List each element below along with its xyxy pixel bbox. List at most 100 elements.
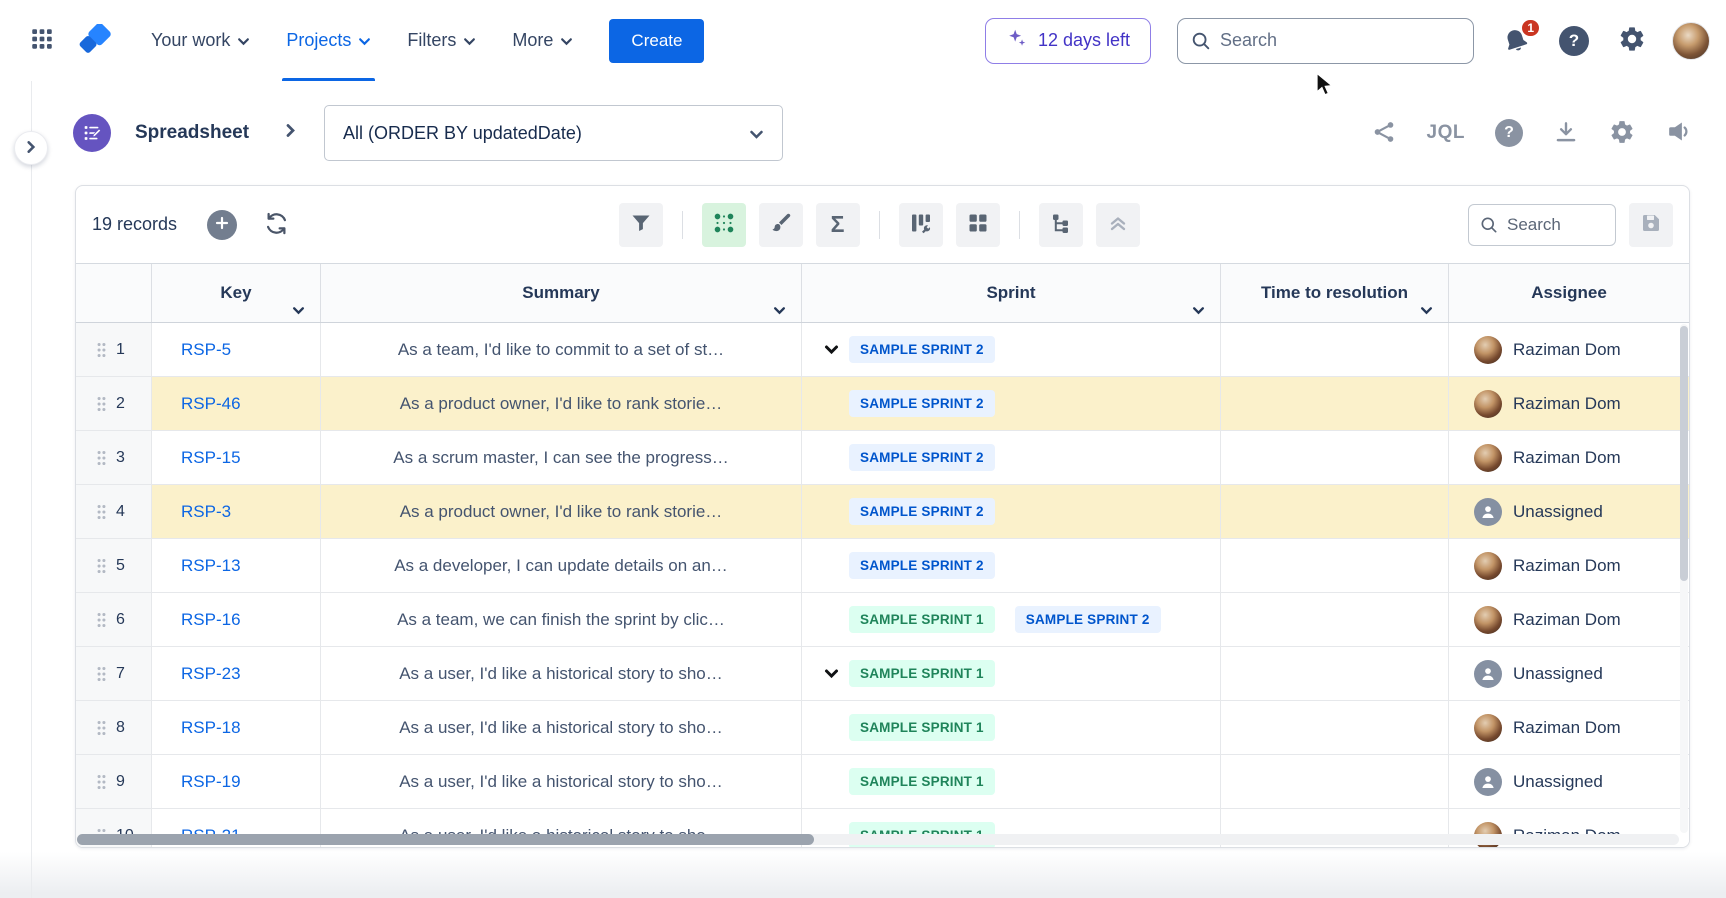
- assignee-cell[interactable]: Unassigned: [1449, 755, 1689, 808]
- sprint-tag[interactable]: SAMPLE SPRINT 2: [849, 390, 995, 417]
- user-avatar[interactable]: [1672, 22, 1710, 60]
- table-row[interactable]: 1 RSP-5 As a team, I'd like to commit to…: [76, 323, 1689, 377]
- sheet-settings-button[interactable]: [1609, 119, 1635, 148]
- nav-item-filters[interactable]: Filters: [403, 0, 480, 81]
- time-to-resolution-cell[interactable]: [1221, 701, 1449, 754]
- table-row[interactable]: 3 RSP-15 As a scrum master, I can see th…: [76, 431, 1689, 485]
- drag-handle-icon[interactable]: [96, 774, 107, 790]
- issue-key-link[interactable]: RSP-18: [181, 718, 241, 738]
- time-to-resolution-cell[interactable]: [1221, 755, 1449, 808]
- trial-days-left-button[interactable]: 12 days left: [985, 18, 1151, 64]
- sprint-tag[interactable]: SAMPLE SPRINT 2: [849, 444, 995, 471]
- sprint-tag[interactable]: SAMPLE SPRINT 2: [1015, 606, 1161, 633]
- drag-handle-icon[interactable]: [96, 342, 107, 358]
- assignee-cell[interactable]: Raziman Dom: [1449, 701, 1689, 754]
- summary-cell[interactable]: As a product owner, I'd like to rank sto…: [321, 485, 802, 538]
- header-cell-time-to-resolution[interactable]: Time to resolution: [1221, 264, 1449, 322]
- header-cell-assignee[interactable]: Assignee: [1449, 264, 1689, 322]
- refresh-button[interactable]: [263, 210, 290, 240]
- header-cell-key[interactable]: Key: [152, 264, 321, 322]
- issue-key-link[interactable]: RSP-13: [181, 556, 241, 576]
- nav-item-more[interactable]: More: [508, 0, 577, 81]
- header-cell-summary[interactable]: Summary: [321, 264, 802, 322]
- table-row[interactable]: 2 RSP-46 As a product owner, I'd like to…: [76, 377, 1689, 431]
- assignee-cell[interactable]: Raziman Dom: [1449, 377, 1689, 430]
- sprint-cell[interactable]: SAMPLE SPRINT 1 SAMPLE SPRINT 2: [802, 593, 1221, 646]
- sprint-tag[interactable]: SAMPLE SPRINT 1: [849, 606, 995, 633]
- vertical-scrollbar[interactable]: [1680, 324, 1688, 833]
- filter-button[interactable]: [619, 203, 663, 247]
- time-to-resolution-cell[interactable]: [1221, 593, 1449, 646]
- sum-button[interactable]: Σ: [816, 203, 860, 247]
- global-search-input[interactable]: [1177, 18, 1474, 64]
- summary-cell[interactable]: As a product owner, I'd like to rank sto…: [321, 377, 802, 430]
- app-switcher-button[interactable]: [27, 26, 57, 56]
- time-to-resolution-cell[interactable]: [1221, 647, 1449, 700]
- drag-handle-icon[interactable]: [96, 504, 107, 520]
- time-to-resolution-cell[interactable]: [1221, 377, 1449, 430]
- issue-key-link[interactable]: RSP-23: [181, 664, 241, 684]
- sprint-cell[interactable]: SAMPLE SPRINT 2: [802, 377, 1221, 430]
- table-row[interactable]: 5 RSP-13 As a developer, I can update de…: [76, 539, 1689, 593]
- create-button[interactable]: Create: [609, 19, 704, 63]
- help-button[interactable]: ?: [1559, 26, 1589, 56]
- drag-handle-icon[interactable]: [96, 666, 107, 682]
- save-view-button[interactable]: [1629, 203, 1673, 247]
- assignee-cell[interactable]: Unassigned: [1449, 647, 1689, 700]
- assignee-cell[interactable]: Raziman Dom: [1449, 431, 1689, 484]
- announcements-button[interactable]: [1665, 118, 1692, 148]
- drag-handle-icon[interactable]: [96, 396, 107, 412]
- manage-columns-button[interactable]: [899, 203, 943, 247]
- table-row[interactable]: 9 RSP-19 As a user, I'd like a historica…: [76, 755, 1689, 809]
- summary-cell[interactable]: As a user, I'd like a historical story t…: [321, 701, 802, 754]
- notification-badge[interactable]: 1: [1520, 18, 1541, 38]
- assignee-cell[interactable]: Raziman Dom: [1449, 323, 1689, 376]
- sprint-cell[interactable]: SAMPLE SPRINT 2: [802, 539, 1221, 592]
- card-view-button[interactable]: [956, 203, 1000, 247]
- time-to-resolution-cell[interactable]: [1221, 323, 1449, 376]
- table-row[interactable]: 8 RSP-18 As a user, I'd like a historica…: [76, 701, 1689, 755]
- sprint-cell[interactable]: SAMPLE SPRINT 1: [802, 701, 1221, 754]
- issue-key-link[interactable]: RSP-5: [181, 340, 231, 360]
- time-to-resolution-cell[interactable]: [1221, 539, 1449, 592]
- sprint-cell[interactable]: SAMPLE SPRINT 2: [802, 485, 1221, 538]
- formatting-button[interactable]: [702, 203, 746, 247]
- issue-key-link[interactable]: RSP-19: [181, 772, 241, 792]
- time-to-resolution-cell[interactable]: [1221, 431, 1449, 484]
- paint-format-button[interactable]: [759, 203, 803, 247]
- sprint-tag[interactable]: SAMPLE SPRINT 2: [849, 336, 995, 363]
- summary-cell[interactable]: As a team, I'd like to commit to a set o…: [321, 323, 802, 376]
- assignee-cell[interactable]: Unassigned: [1449, 485, 1689, 538]
- summary-cell[interactable]: As a user, I'd like a historical story t…: [321, 755, 802, 808]
- sidebar-expand-button[interactable]: [14, 131, 48, 165]
- sheet-help-button[interactable]: ?: [1495, 119, 1523, 147]
- summary-cell[interactable]: As a team, we can finish the sprint by c…: [321, 593, 802, 646]
- sprint-cell[interactable]: SAMPLE SPRINT 1: [802, 647, 1221, 700]
- drag-handle-icon[interactable]: [96, 450, 107, 466]
- jira-logo-icon[interactable]: [79, 24, 113, 58]
- horizontal-scrollbar-thumb[interactable]: [77, 834, 814, 845]
- add-record-button[interactable]: [207, 210, 237, 240]
- summary-cell[interactable]: As a scrum master, I can see the progres…: [321, 431, 802, 484]
- vertical-scrollbar-thumb[interactable]: [1680, 326, 1688, 581]
- sprint-cell[interactable]: SAMPLE SPRINT 1: [802, 755, 1221, 808]
- nav-item-your-work[interactable]: Your work: [147, 0, 254, 81]
- horizontal-scrollbar[interactable]: [77, 834, 1679, 845]
- header-cell-sprint[interactable]: Sprint: [802, 264, 1221, 322]
- collapse-all-button[interactable]: [1096, 203, 1140, 247]
- sprint-cell[interactable]: SAMPLE SPRINT 2: [802, 431, 1221, 484]
- drag-handle-icon[interactable]: [96, 720, 107, 736]
- time-to-resolution-cell[interactable]: [1221, 485, 1449, 538]
- table-row[interactable]: 6 RSP-16 As a team, we can finish the sp…: [76, 593, 1689, 647]
- sprint-tag[interactable]: SAMPLE SPRINT 1: [849, 714, 995, 741]
- jql-button[interactable]: JQL: [1427, 122, 1465, 144]
- view-selector-dropdown[interactable]: All (ORDER BY updatedDate): [324, 105, 783, 161]
- assignee-cell[interactable]: Raziman Dom: [1449, 593, 1689, 646]
- sprint-tag[interactable]: SAMPLE SPRINT 1: [849, 660, 995, 687]
- share-button[interactable]: [1371, 119, 1397, 148]
- table-row[interactable]: 4 RSP-3 As a product owner, I'd like to …: [76, 485, 1689, 539]
- issue-key-link[interactable]: RSP-3: [181, 502, 231, 522]
- export-button[interactable]: [1553, 119, 1579, 148]
- drag-handle-icon[interactable]: [96, 558, 107, 574]
- assignee-cell[interactable]: Raziman Dom: [1449, 539, 1689, 592]
